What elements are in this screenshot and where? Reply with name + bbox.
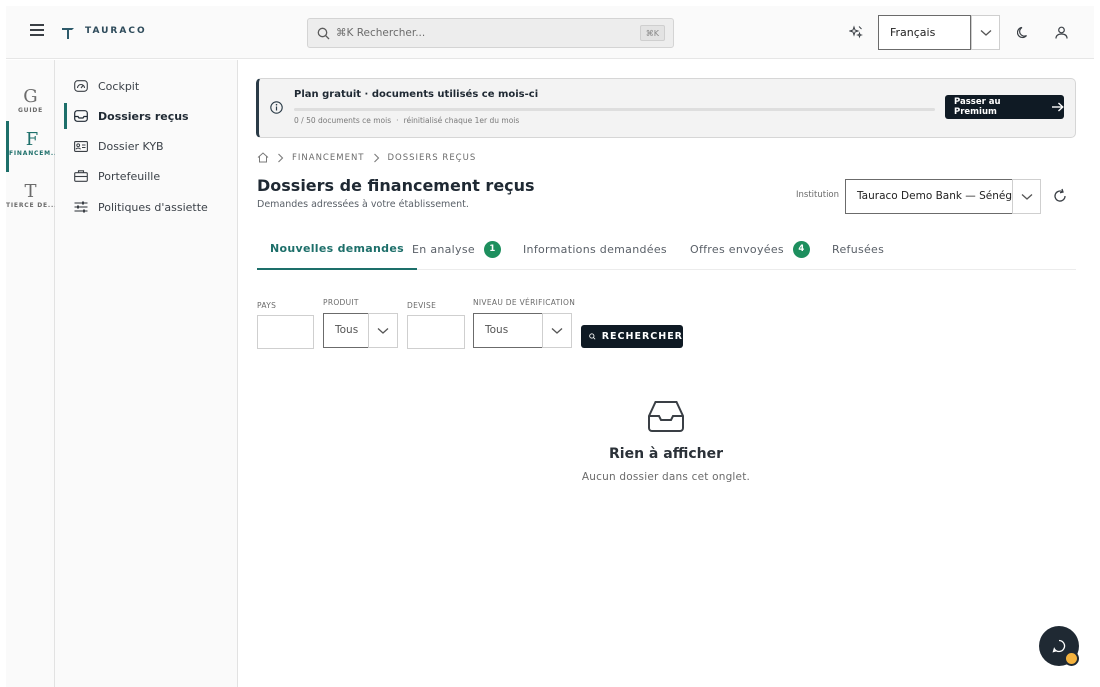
rail-letter: G [23,86,38,107]
shortcut-hint: ⌘K [639,25,665,41]
dark-mode-icon[interactable] [1011,20,1035,44]
institution-select[interactable]: Tauraco Demo Bank — Sénégal [845,179,1021,214]
currency-label: DEVISE [407,301,437,310]
tab-label: Informations demandées [523,243,667,256]
tab-refusees[interactable]: Refusées [832,229,884,270]
verification-dropdown-button[interactable] [542,313,572,348]
refresh-icon[interactable] [1052,188,1068,204]
top-bar: TAURACO ⌘K Français [6,6,1094,59]
rail-label: TIERCE DÉ... [6,202,55,209]
product-dropdown-button[interactable] [368,313,398,348]
search-input[interactable] [336,24,636,42]
chevron-down-icon [980,29,991,36]
search-icon [317,27,330,40]
banner-title: Plan gratuit · documents utilisés ce moi… [294,89,539,100]
rail-letter: F [25,129,39,150]
chevron-down-icon [551,327,563,334]
home-icon[interactable] [257,152,269,163]
tab-nouvelles-demandes[interactable]: Nouvelles demandes [257,229,417,270]
tab-offres-envoyees[interactable]: Offres envoyées 4 [690,229,810,270]
arrow-right-icon [1052,102,1064,112]
sidebar-item-label: Dossiers reçus [98,109,189,123]
verification-label: NIVEAU DE VÉRIFICATION [473,298,576,307]
search-button[interactable]: RECHERCHER [581,325,683,348]
reset-text: réinitialisé chaque 1er du mois [403,116,520,125]
chat-icon [1052,639,1066,653]
breadcrumb: FINANCEMENT DOSSIERS REÇUS [257,152,476,163]
breadcrumb-dossiers-recus[interactable]: DOSSIERS REÇUS [388,153,477,163]
rail-label: GUIDE [17,107,44,114]
language-select[interactable]: Français [878,15,971,50]
tabs-bar: Nouvelles demandes En analyse 1 Informat… [257,229,1076,270]
institution-label: Institution [796,190,840,200]
rail-letter: T [24,181,37,202]
currency-input[interactable] [407,315,465,349]
empty-state-title: Rien à afficher [609,446,723,462]
chevron-right-icon [373,153,379,162]
language-dropdown-button[interactable] [971,15,1000,50]
country-label: PAYS [257,301,277,310]
search-icon [589,333,596,340]
search-button-label: RECHERCHER [601,331,683,342]
chevron-down-icon [377,327,389,334]
sidebar-item-label: Dossier KYB [98,139,164,153]
tab-informations-demandees[interactable]: Informations demandées [523,229,667,270]
sidebar-item-dossiers-recus[interactable]: Dossiers reçus [64,103,232,129]
chevron-down-icon [1021,193,1032,200]
search-box[interactable]: ⌘K [307,18,674,48]
plan-banner: Plan gratuit · documents utilisés ce moi… [256,78,1076,138]
tab-label: Nouvelles demandes [270,242,404,255]
chevron-right-icon [278,153,284,162]
empty-inbox-icon [648,401,684,432]
sidebar-item-dossier-kyb[interactable]: Dossier KYB [64,133,232,159]
sparkle-icon[interactable] [844,20,868,44]
app-rail: G GUIDE F FINANCEM... T TIERCE DÉ... [6,60,55,687]
usage-progress-bar [294,108,935,111]
sidebar-item-label: Cockpit [98,79,140,93]
brand-name: TAURACO [85,26,147,36]
upgrade-premium-button[interactable]: Passer au Premium [945,95,1064,119]
count-badge: 4 [792,241,810,258]
upgrade-label: Passer au Premium [954,97,1001,117]
rail-item-tierce[interactable]: T TIERCE DÉ... [6,173,55,223]
tab-label: En analyse [412,243,475,256]
sidebar-item-politiques[interactable]: Politiques d'assiette [64,194,232,220]
usage-text: 0 / 50 documents ce mois [294,116,392,125]
tab-label: Offres envoyées [690,243,784,256]
sidebar-item-label: Portefeuille [98,169,161,183]
count-badge: 1 [483,241,501,258]
tab-en-analyse[interactable]: En analyse 1 [412,229,501,270]
briefcase-icon [73,168,89,184]
sidebar-item-portefeuille[interactable]: Portefeuille [64,163,232,189]
info-icon [270,101,283,114]
sidebar-item-label: Politiques d'assiette [98,200,208,214]
notification-dot [1064,651,1079,666]
gauge-icon [73,78,89,94]
tab-label: Refusées [832,243,885,256]
tauraco-logo-icon [62,28,74,39]
breadcrumb-financement[interactable]: FINANCEMENT [292,153,365,163]
sidebar-item-cockpit[interactable]: Cockpit [64,73,232,99]
id-card-icon [73,138,89,154]
banner-usage-line: 0 / 50 documents ce mois · réinitialisé ch… [294,116,520,125]
empty-state-subtitle: Aucun dossier dans cet onglet. [581,471,751,483]
rail-label: FINANCEM... [9,150,55,157]
rail-item-financement[interactable]: F FINANCEM... [6,121,55,172]
side-nav: Cockpit Dossiers reçus Dossier KYB Porte… [55,60,238,687]
page-subtitle: Demandes adressées à votre établissement… [257,199,469,210]
product-label: PRODUIT [323,298,359,307]
product-select[interactable]: Tous [323,313,369,348]
user-icon[interactable] [1049,20,1073,44]
country-input[interactable] [257,315,314,349]
sliders-icon [73,199,89,215]
verification-select[interactable]: Tous [473,313,543,348]
menu-icon[interactable] [30,24,44,36]
inbox-icon [73,108,89,124]
institution-dropdown-button[interactable] [1012,179,1041,214]
page-title: Dossiers de financement reçus [257,176,535,195]
